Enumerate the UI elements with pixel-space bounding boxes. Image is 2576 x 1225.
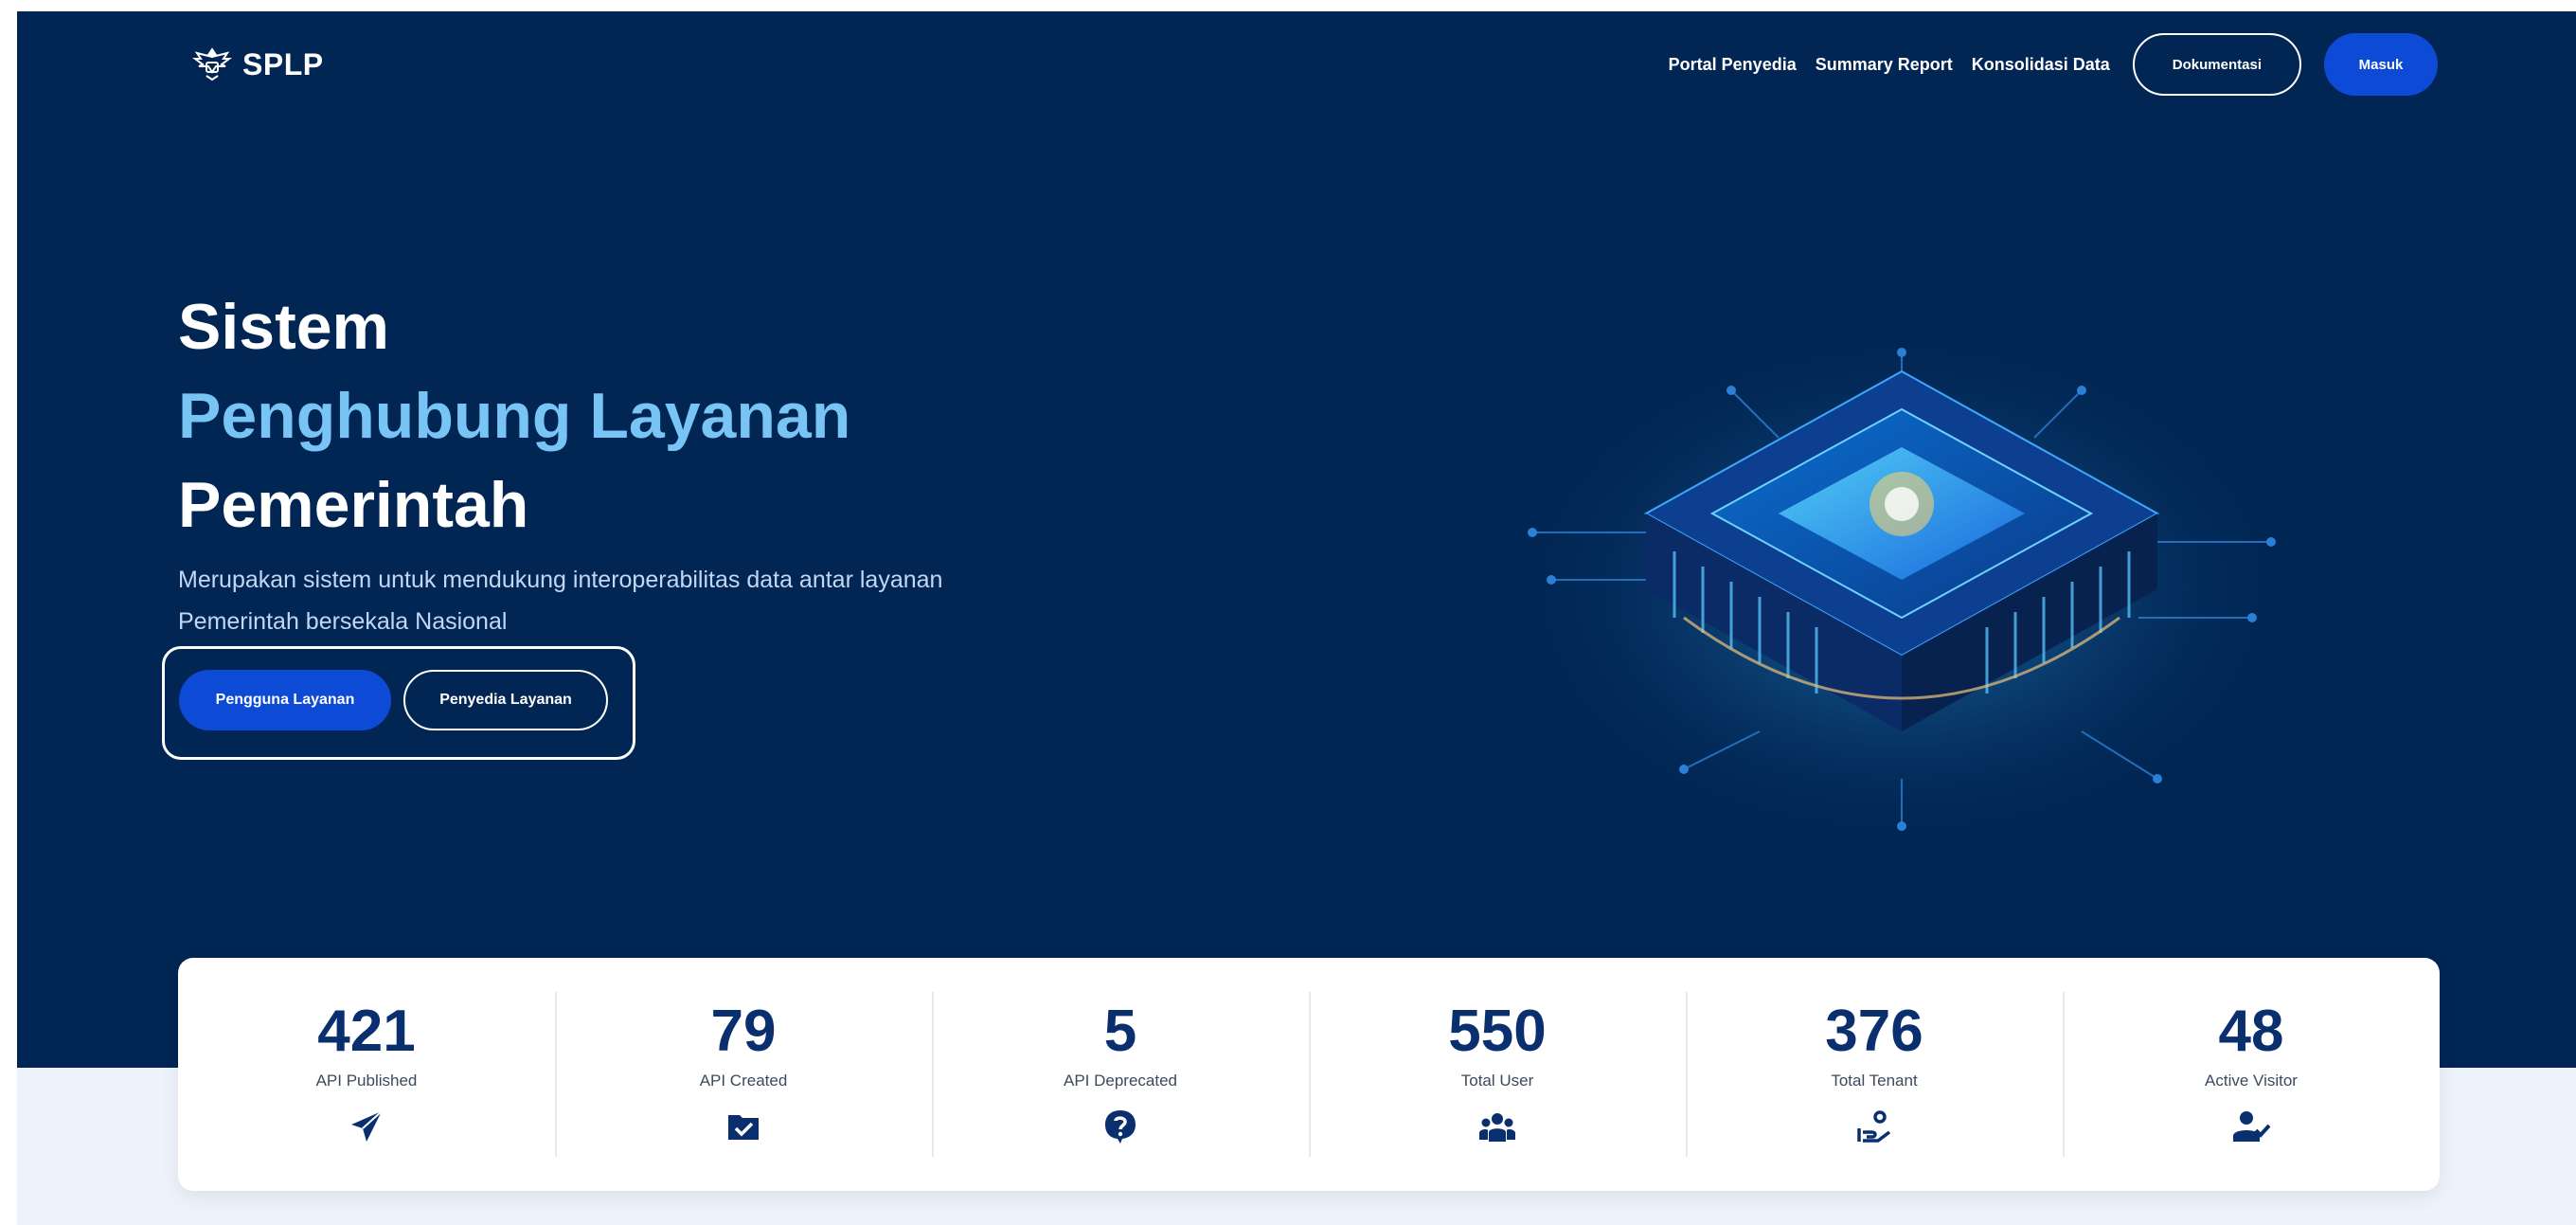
stat-value: 550 bbox=[1448, 999, 1547, 1064]
stat-label: Active Visitor bbox=[2205, 1072, 2298, 1090]
stat-label: API Deprecated bbox=[1063, 1072, 1177, 1090]
statistics-card: 421 API Published 79 API Created 5 API D… bbox=[178, 958, 2440, 1191]
stat-total-user: 550 Total User bbox=[1309, 992, 1686, 1157]
stat-value: 421 bbox=[317, 999, 416, 1064]
stat-value: 48 bbox=[2218, 999, 2284, 1064]
stat-active-visitor: 48 Active Visitor bbox=[2063, 992, 2440, 1157]
hero-section: SPLP Portal Penyedia Summary Report Kons… bbox=[17, 11, 2576, 1068]
stat-value: 5 bbox=[1103, 999, 1137, 1064]
garuda-logo-icon bbox=[192, 47, 232, 81]
stat-label: API Created bbox=[699, 1072, 788, 1090]
stat-api-published: 421 API Published bbox=[178, 992, 555, 1157]
users-icon bbox=[1479, 1113, 1515, 1142]
cta-button-group: Pengguna Layanan Penyedia Layanan bbox=[162, 646, 635, 760]
nav-link-summary-report[interactable]: Summary Report bbox=[1816, 55, 1953, 75]
hero-title: Sistem Penghubung Layanan Pemerintah bbox=[178, 282, 850, 549]
user-check-icon bbox=[2233, 1111, 2270, 1142]
hero-title-line-1: Sistem bbox=[178, 291, 389, 363]
stat-total-tenant: 376 Total Tenant bbox=[1686, 992, 2063, 1157]
question-bubble-icon bbox=[1105, 1110, 1136, 1144]
hero-title-line-2: Penghubung Layanan bbox=[178, 380, 851, 452]
stat-value: 79 bbox=[710, 999, 777, 1064]
dokumentasi-button[interactable]: Dokumentasi bbox=[2132, 33, 2301, 96]
nav-link-konsolidasi-data[interactable]: Konsolidasi Data bbox=[1972, 55, 2110, 75]
folder-check-icon bbox=[728, 1115, 759, 1140]
stat-label: Total Tenant bbox=[1831, 1072, 1918, 1090]
hand-holding-user-icon bbox=[1857, 1110, 1891, 1143]
landing-page: SPLP Portal Penyedia Summary Report Kons… bbox=[17, 11, 2576, 1225]
stat-label: API Published bbox=[315, 1072, 418, 1090]
brand-name: SPLP bbox=[242, 46, 324, 81]
stat-value: 376 bbox=[1825, 999, 1923, 1064]
paper-plane-icon bbox=[351, 1110, 383, 1142]
penyedia-layanan-button[interactable]: Penyedia Layanan bbox=[403, 670, 608, 730]
top-navigation: Portal Penyedia Summary Report Konsolida… bbox=[1669, 32, 2438, 97]
site-logo[interactable]: SPLP bbox=[191, 44, 324, 85]
stat-api-created: 79 API Created bbox=[555, 992, 932, 1157]
stat-api-deprecated: 5 API Deprecated bbox=[932, 992, 1309, 1157]
hero-subtitle: Merupakan sistem untuk mendukung interop… bbox=[178, 567, 943, 635]
masuk-button[interactable]: Masuk bbox=[2324, 33, 2438, 96]
pengguna-layanan-button[interactable]: Pengguna Layanan bbox=[179, 670, 391, 730]
nav-link-portal-penyedia[interactable]: Portal Penyedia bbox=[1669, 55, 1797, 75]
chip-illustration bbox=[1504, 333, 2299, 855]
hero-title-line-3: Pemerintah bbox=[178, 469, 529, 541]
stat-label: Total User bbox=[1460, 1072, 1534, 1090]
